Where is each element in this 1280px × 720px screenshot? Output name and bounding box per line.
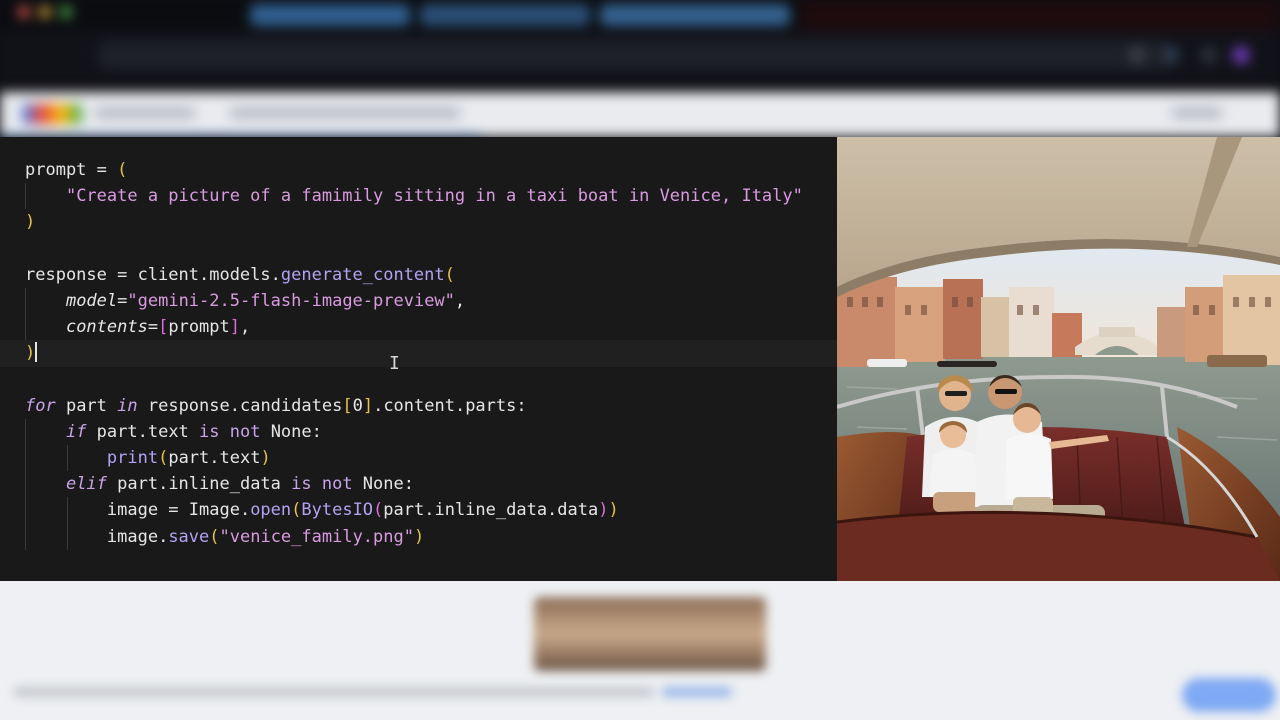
generated-image [837,137,1280,581]
indent-guide [25,523,26,550]
code-line[interactable]: ) [0,340,837,367]
consent-text [14,687,654,697]
code-token: part.inline_data.data [383,500,599,521]
code-token: , [454,290,466,311]
text-caret [35,342,38,363]
code-editor[interactable]: prompt = ( "Create a picture of a famimi… [0,137,837,581]
code-lines: prompt = ( "Create a picture of a famimi… [0,157,837,550]
code-line[interactable]: response = client.models.generate_conten… [0,262,837,288]
text-cursor-icon: I [389,353,400,374]
code-token: part.text [168,448,261,469]
page-bottom-blur [0,581,1280,720]
code-token: .content.parts: [373,395,527,416]
indent-guide [25,471,26,498]
browser-chrome [0,0,1280,137]
code-token: ) [598,500,609,521]
code-line[interactable]: ) [0,209,837,235]
code-line[interactable]: print(part.text) [0,445,837,472]
code-token: None: [352,474,414,495]
code-token: ) [25,212,36,233]
indent-guide [25,183,26,210]
code-token: contents [65,317,148,338]
code-token: ) [260,448,271,469]
code-token: print [106,448,159,469]
code-token: save [168,526,210,547]
code-token: open [250,500,292,521]
indent-guide [66,497,68,524]
accept-button[interactable] [1182,678,1276,712]
code-token: = [147,317,159,338]
code-line[interactable]: image.save("venice_family.png") [0,523,837,550]
code-token: model [65,290,118,311]
code-token: prompt = [25,160,118,180]
code-token: ( [373,500,384,521]
code-token: is not [199,421,261,442]
code-token: response = client.models. [25,264,281,285]
code-token: ( [291,500,302,521]
code-token: generate_content [280,264,445,285]
indent-guide [25,314,26,341]
code-token: ( [158,448,169,469]
venice-family-image [837,137,1280,581]
code-token: "Create a picture of a famimily sitting … [65,186,803,207]
code-token: ] [362,395,374,416]
code-line[interactable] [0,367,837,393]
code-token: ( [117,160,128,180]
code-line[interactable]: for part in response.candidates[0].conte… [0,393,837,419]
code-token: [ [158,317,169,338]
code-token: [ [342,395,353,416]
indent-guide [25,497,26,524]
code-token: ) [25,343,36,364]
code-line[interactable]: model="gemini-2.5-flash-image-preview", [0,287,837,315]
image-thumbnail[interactable] [534,597,766,671]
code-token: ) [413,526,425,547]
code-token: 0 [352,395,363,416]
code-token: part [55,395,118,416]
code-line[interactable]: contents=[prompt], [0,314,837,341]
code-token: part.text [86,421,200,442]
indent-guide [25,287,26,315]
code-token: part.inline_data [106,474,292,495]
code-token: elif [65,474,107,495]
code-token: "venice_family.png" [219,526,414,547]
code-line[interactable]: image = Image.open(BytesIO(part.inline_d… [0,497,837,524]
code-line[interactable]: elif part.inline_data is not None: [0,471,837,498]
code-token: in [117,395,138,416]
code-token: "gemini-2.5-flash-image-preview" [127,290,455,311]
code-token: ) [608,500,619,521]
learn-more-link[interactable] [662,687,732,697]
code-token: prompt [168,317,230,338]
indent-guide [66,445,68,472]
code-token: None: [260,421,322,442]
code-token: ] [229,317,241,338]
indent-guide [66,523,68,550]
code-token: = [117,290,128,311]
code-token: , [240,317,251,338]
code-token: for [25,395,56,416]
code-line[interactable]: if part.text is not None: [0,418,837,446]
code-line[interactable]: "Create a picture of a famimily sitting … [0,183,837,210]
code-line[interactable]: prompt = ( [0,157,837,183]
code-token: if [65,421,87,442]
indent-guide [25,418,26,446]
indent-guide [25,445,26,472]
code-token: image = Image. [106,500,251,521]
code-token: ( [444,264,455,285]
code-token: ( [209,526,220,547]
code-token: response.candidates [137,395,343,416]
code-token: BytesIO [301,500,374,521]
code-token: is not [291,474,353,495]
page-bottom [0,581,1280,720]
code-token: image. [106,526,169,547]
code-line[interactable] [0,236,837,262]
